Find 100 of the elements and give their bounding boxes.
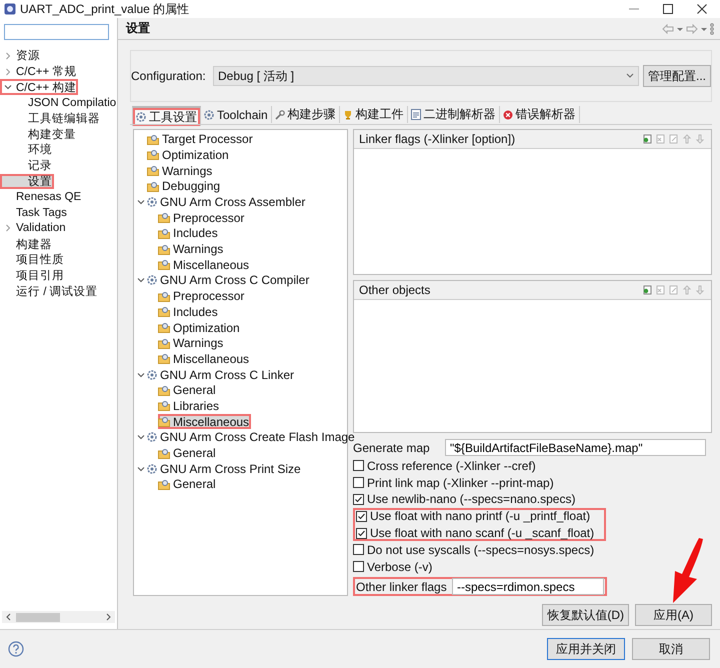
tab[interactable]: 构建工件 (340, 106, 408, 124)
maximize-icon[interactable] (662, 3, 674, 15)
tree-item[interactable]: Preprocessor (158, 210, 246, 226)
collapse-chevron-icon[interactable] (4, 83, 12, 92)
collapse-chevron-icon[interactable] (137, 464, 145, 473)
back-arrow-icon[interactable] (662, 24, 674, 34)
tab[interactable]: 二进制解析器 (408, 106, 500, 124)
tree-item[interactable]: GNU Arm Cross C Linker (147, 367, 296, 382)
apply-button[interactable]: 应用(A) (635, 604, 712, 626)
tree-item[interactable]: Preprocessor (158, 288, 246, 304)
other-linker-flags-field[interactable]: --specs=rdimon.specs (452, 578, 604, 595)
help-icon[interactable] (8, 641, 24, 657)
nav-item[interactable]: 工具链编辑器 (0, 110, 102, 126)
checked-box-icon[interactable] (356, 528, 367, 538)
checked-box-icon[interactable] (356, 510, 367, 522)
tree-item[interactable]: General (158, 382, 218, 398)
tree-item[interactable]: General (158, 476, 218, 492)
tree-item[interactable]: GNU Arm Cross Print Size (147, 461, 303, 476)
collapse-chevron-icon[interactable] (137, 198, 145, 206)
folder-gear-icon (158, 384, 170, 396)
unchecked-box-icon[interactable] (353, 460, 364, 472)
expand-chevron-icon[interactable] (4, 224, 12, 232)
add-icon[interactable] (643, 285, 653, 296)
checkbox-option[interactable]: Cross reference (-Xlinker --cref) (353, 457, 603, 474)
folder-gear-icon (158, 290, 170, 302)
unchecked-box-icon[interactable] (353, 561, 364, 572)
nav-item[interactable]: 设置 (0, 174, 54, 190)
generate-map-field[interactable]: "${BuildArtifactFileBaseName}.map" (445, 439, 706, 456)
tab[interactable]: 工具设置 (132, 106, 201, 126)
forward-arrow-icon[interactable] (686, 24, 698, 34)
tree-item[interactable]: Miscellaneous (158, 257, 252, 272)
scrollbar[interactable] (2, 611, 115, 623)
nav-item[interactable]: C/C++ 构建 (0, 79, 78, 96)
add-icon[interactable] (643, 134, 653, 144)
checkbox-option[interactable]: Use newlib-nano (--specs=nano.specs) (353, 491, 603, 508)
tree-item[interactable]: Target Processor (147, 132, 255, 147)
folder-gear-icon (158, 478, 170, 490)
tree-item[interactable]: Warnings (158, 242, 226, 257)
tree-item[interactable]: General (158, 446, 218, 461)
more-options-icon[interactable] (710, 22, 714, 35)
cancel-button[interactable]: 取消 (632, 638, 710, 660)
tree-item[interactable]: Miscellaneous (158, 414, 252, 430)
expand-chevron-icon[interactable] (4, 68, 12, 76)
nav-item[interactable]: 记录 (0, 158, 54, 174)
tree-item[interactable]: GNU Arm Cross Assembler (147, 194, 308, 210)
nav-item[interactable]: Task Tags (0, 204, 69, 221)
tree-item[interactable]: Warnings (158, 336, 226, 351)
nav-item[interactable]: 资源 (0, 48, 42, 64)
unchecked-box-icon[interactable] (353, 477, 364, 488)
checked-box-icon[interactable] (353, 494, 364, 505)
tab[interactable]: 构建步骤 (272, 106, 340, 124)
scroll-right-icon[interactable] (105, 613, 111, 621)
checkbox-option[interactable]: Print link map (-Xlinker --print-map) (353, 474, 603, 492)
tab[interactable]: 错误解析器 (500, 106, 580, 124)
folder-gear-icon (147, 165, 159, 176)
restore-defaults-button[interactable]: 恢复默认值(D) (542, 604, 629, 626)
apply-and-close-button[interactable]: 应用并关闭 (547, 638, 625, 660)
checkbox-option[interactable]: Verbose (-v) (353, 558, 603, 575)
unchecked-box-icon[interactable] (353, 544, 364, 556)
collapse-chevron-icon[interactable] (137, 276, 145, 284)
collapse-chevron-icon[interactable] (137, 370, 145, 379)
delete-icon[interactable] (656, 134, 666, 144)
delete-icon[interactable] (656, 285, 666, 296)
nav-item[interactable]: 项目性质 (0, 252, 66, 268)
app-icon (4, 3, 16, 15)
nav-item[interactable]: Renesas QE (0, 189, 84, 205)
checkbox-option[interactable]: Use float with nano printf (-u _printf_float) (353, 508, 606, 525)
nav-item[interactable]: C/C++ 常规 (0, 64, 78, 80)
edit-icon[interactable] (669, 285, 679, 296)
tree-item[interactable]: Warnings (147, 163, 214, 178)
tab[interactable]: Toolchain (201, 106, 272, 124)
filter-field[interactable] (4, 24, 109, 40)
scroll-left-icon[interactable] (6, 613, 12, 621)
tree-item[interactable]: GNU Arm Cross C Compiler (147, 272, 312, 288)
close-icon[interactable] (696, 3, 708, 15)
other-linker-flags-label: Other linker flags (356, 580, 448, 594)
tree-item[interactable]: Miscellaneous (158, 351, 252, 366)
tree-item[interactable]: Optimization (158, 320, 242, 336)
folder-gear-icon (158, 259, 170, 270)
configuration-dropdown[interactable]: Debug [ 活动 ] (213, 66, 639, 86)
nav-item[interactable]: 构建变量 (0, 126, 78, 142)
nav-item[interactable]: 运行 / 调试设置 (0, 283, 100, 299)
nav-item[interactable]: 构建器 (0, 236, 54, 252)
nav-item[interactable]: JSON Compilatio (0, 95, 117, 111)
tree-item[interactable]: Optimization (147, 147, 231, 162)
list-title: Linker flags (-Xlinker [option]) (359, 132, 516, 146)
nav-item[interactable]: Validation (0, 220, 68, 236)
expand-chevron-icon[interactable] (4, 52, 12, 60)
tree-item[interactable]: Libraries (158, 398, 222, 414)
edit-icon[interactable] (669, 134, 679, 144)
tree-item[interactable]: Debugging (147, 178, 222, 194)
collapse-chevron-icon[interactable] (137, 433, 145, 442)
folder-gear-icon (158, 338, 170, 349)
manage-configurations-button[interactable]: 管理配置... (642, 65, 711, 88)
nav-item[interactable]: 项目引用 (0, 268, 66, 284)
checkbox-option[interactable]: Do not use syscalls (--specs=nosys.specs) (353, 541, 603, 558)
tree-item[interactable]: Includes (158, 304, 220, 320)
nav-item[interactable]: 环境 (0, 142, 54, 158)
tree-item[interactable]: Includes (158, 226, 220, 241)
checkbox-option[interactable]: Use float with nano scanf (-u _scanf_float) (353, 524, 606, 542)
